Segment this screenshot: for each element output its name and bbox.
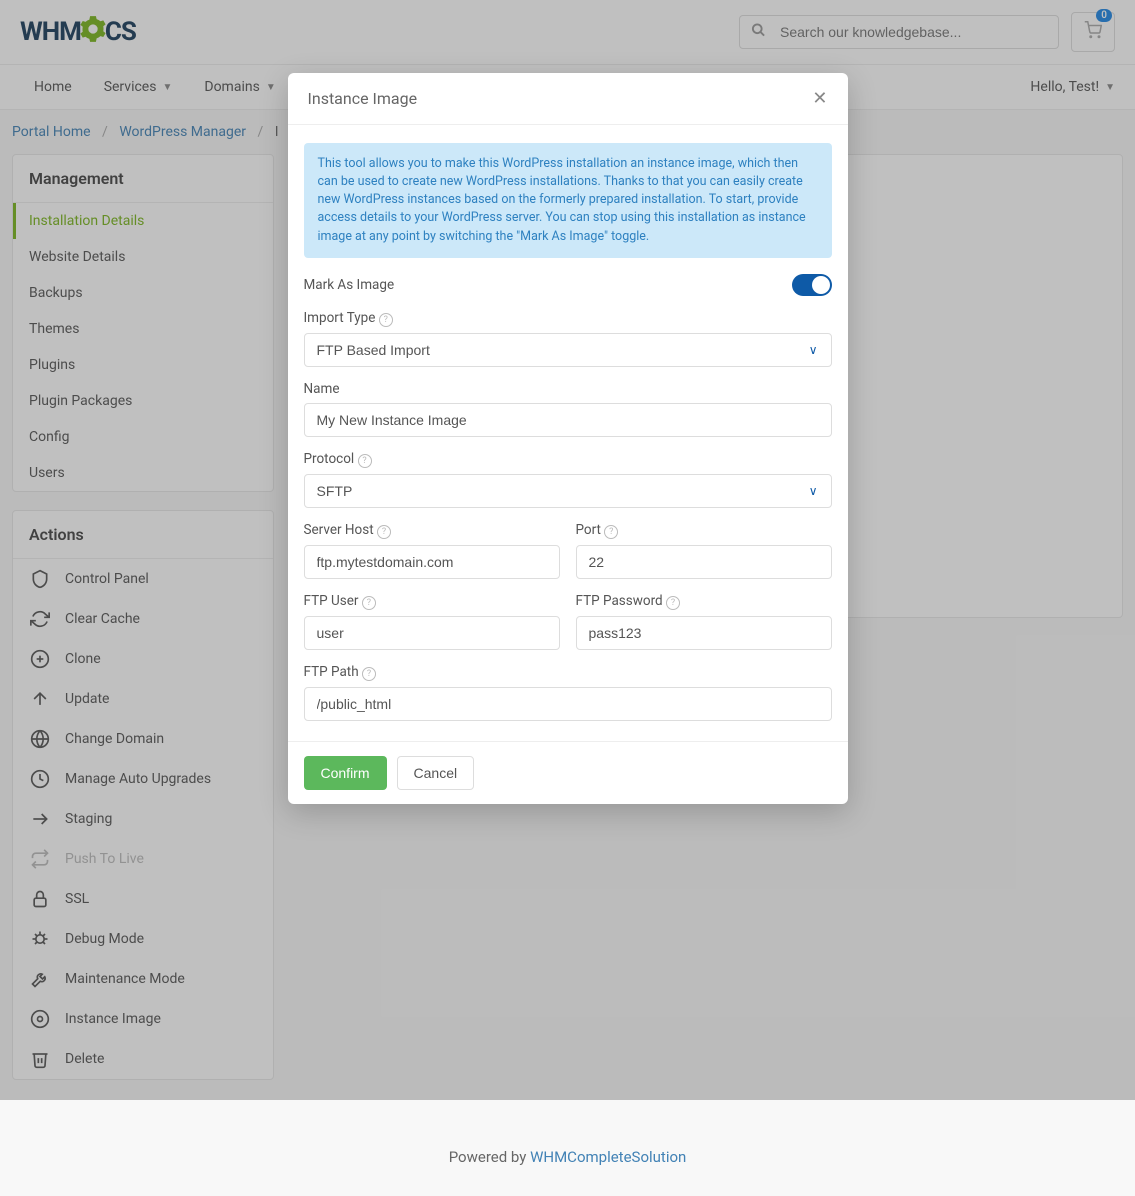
cancel-button[interactable]: Cancel	[397, 756, 475, 790]
info-box: This tool allows you to make this WordPr…	[304, 143, 832, 258]
modal-title: Instance Image	[308, 89, 418, 108]
help-icon[interactable]: ?	[666, 596, 680, 610]
import-type-label: Import Type ?	[304, 310, 832, 327]
ftp-path-label: FTP Path ?	[304, 664, 832, 681]
port-label: Port ?	[576, 522, 832, 539]
ftp-path-input[interactable]	[304, 687, 832, 721]
name-label: Name	[304, 381, 832, 397]
name-input[interactable]	[304, 403, 832, 437]
help-icon[interactable]: ?	[377, 525, 391, 539]
instance-image-modal: Instance Image ✕ This tool allows you to…	[288, 73, 848, 804]
server-host-label: Server Host ?	[304, 522, 560, 539]
protocol-select[interactable]	[304, 474, 832, 508]
mark-as-image-toggle[interactable]	[792, 274, 832, 296]
import-type-select[interactable]	[304, 333, 832, 367]
ftp-password-input[interactable]	[576, 616, 832, 650]
footer-text: Powered by	[449, 1148, 530, 1166]
help-icon[interactable]: ?	[362, 667, 376, 681]
port-input[interactable]	[576, 545, 832, 579]
server-host-input[interactable]	[304, 545, 560, 579]
footer-link[interactable]: WHMCompleteSolution	[530, 1148, 686, 1166]
close-icon[interactable]: ✕	[812, 88, 827, 109]
help-icon[interactable]: ?	[379, 313, 393, 327]
help-icon[interactable]: ?	[362, 596, 376, 610]
confirm-button[interactable]: Confirm	[304, 756, 387, 790]
ftp-password-label: FTP Password ?	[576, 593, 832, 610]
help-icon[interactable]: ?	[604, 525, 618, 539]
help-icon[interactable]: ?	[358, 454, 372, 468]
mark-as-image-label: Mark As Image	[304, 277, 395, 293]
protocol-label: Protocol ?	[304, 451, 832, 468]
ftp-user-label: FTP User ?	[304, 593, 560, 610]
footer: Powered by WHMCompleteSolution	[0, 1118, 1135, 1196]
ftp-user-input[interactable]	[304, 616, 560, 650]
